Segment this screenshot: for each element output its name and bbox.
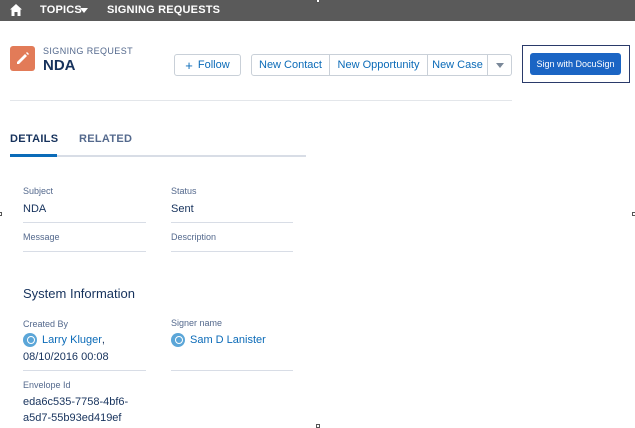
created-date: 08/10/2016 00:08 — [23, 351, 109, 363]
active-tab-indicator — [10, 154, 57, 157]
created-by-user: Larry Kluger , — [23, 333, 105, 347]
field-divider — [23, 370, 146, 371]
follow-button[interactable]: + Follow — [174, 54, 241, 76]
selection-handle — [316, 0, 320, 3]
selection-handle — [316, 424, 320, 428]
home-icon[interactable] — [9, 3, 23, 17]
field-divider — [171, 222, 293, 223]
envelope-id-line-1: eda6c535-7758-4bf6- — [23, 396, 129, 408]
status-value: Sent — [171, 203, 194, 215]
new-contact-button[interactable]: New Contact — [251, 54, 330, 76]
tab-details[interactable]: DETAILS — [10, 133, 58, 145]
new-case-button[interactable]: New Case — [428, 54, 488, 76]
field-divider — [23, 251, 146, 252]
user-icon — [23, 333, 37, 347]
signer-user: Sam D Lanister — [171, 333, 266, 347]
envelope-id-line-2: a5d7-55b93ed419ef — [23, 412, 122, 424]
plus-icon: + — [185, 57, 193, 73]
field-divider — [171, 370, 293, 371]
record-type-label: SIGNING REQUEST — [43, 46, 134, 56]
field-divider — [23, 222, 146, 223]
new-opportunity-button[interactable]: New Opportunity — [330, 54, 428, 76]
signer-name-link[interactable]: Sam D Lanister — [190, 334, 266, 346]
tab-related[interactable]: RELATED — [79, 133, 132, 145]
record-type-icon — [10, 46, 35, 71]
signer-name-label: Signer name — [171, 318, 223, 328]
subject-label: Subject — [23, 186, 54, 196]
created-by-link[interactable]: Larry Kluger — [42, 334, 102, 346]
top-navigation-bar: TOPICS SIGNING REQUESTS — [0, 0, 635, 21]
subject-value: NDA — [23, 203, 47, 215]
sign-with-docusign-button[interactable]: Sign with DocuSign — [530, 53, 621, 75]
nav-signing-requests[interactable]: SIGNING REQUESTS — [107, 4, 220, 16]
record-title: NDA — [43, 57, 76, 74]
message-label: Message — [23, 232, 60, 242]
created-by-separator: , — [101, 334, 105, 346]
envelope-id-label: Envelope Id — [23, 380, 71, 390]
caret-down-icon[interactable] — [80, 8, 88, 13]
status-label: Status — [171, 186, 197, 196]
user-icon — [171, 333, 185, 347]
follow-label: Follow — [197, 59, 230, 71]
header-divider — [10, 100, 512, 101]
more-actions-button[interactable] — [488, 54, 512, 76]
nav-topics[interactable]: TOPICS — [40, 4, 82, 16]
field-divider — [171, 251, 293, 252]
created-by-label: Created By — [23, 319, 69, 329]
selection-handle — [0, 212, 2, 216]
system-information-heading: System Information — [23, 286, 135, 301]
pencil-icon — [17, 52, 29, 64]
action-button-group: New Contact New Opportunity New Case — [251, 54, 512, 76]
chevron-down-icon — [495, 62, 504, 68]
description-label: Description — [171, 232, 217, 242]
